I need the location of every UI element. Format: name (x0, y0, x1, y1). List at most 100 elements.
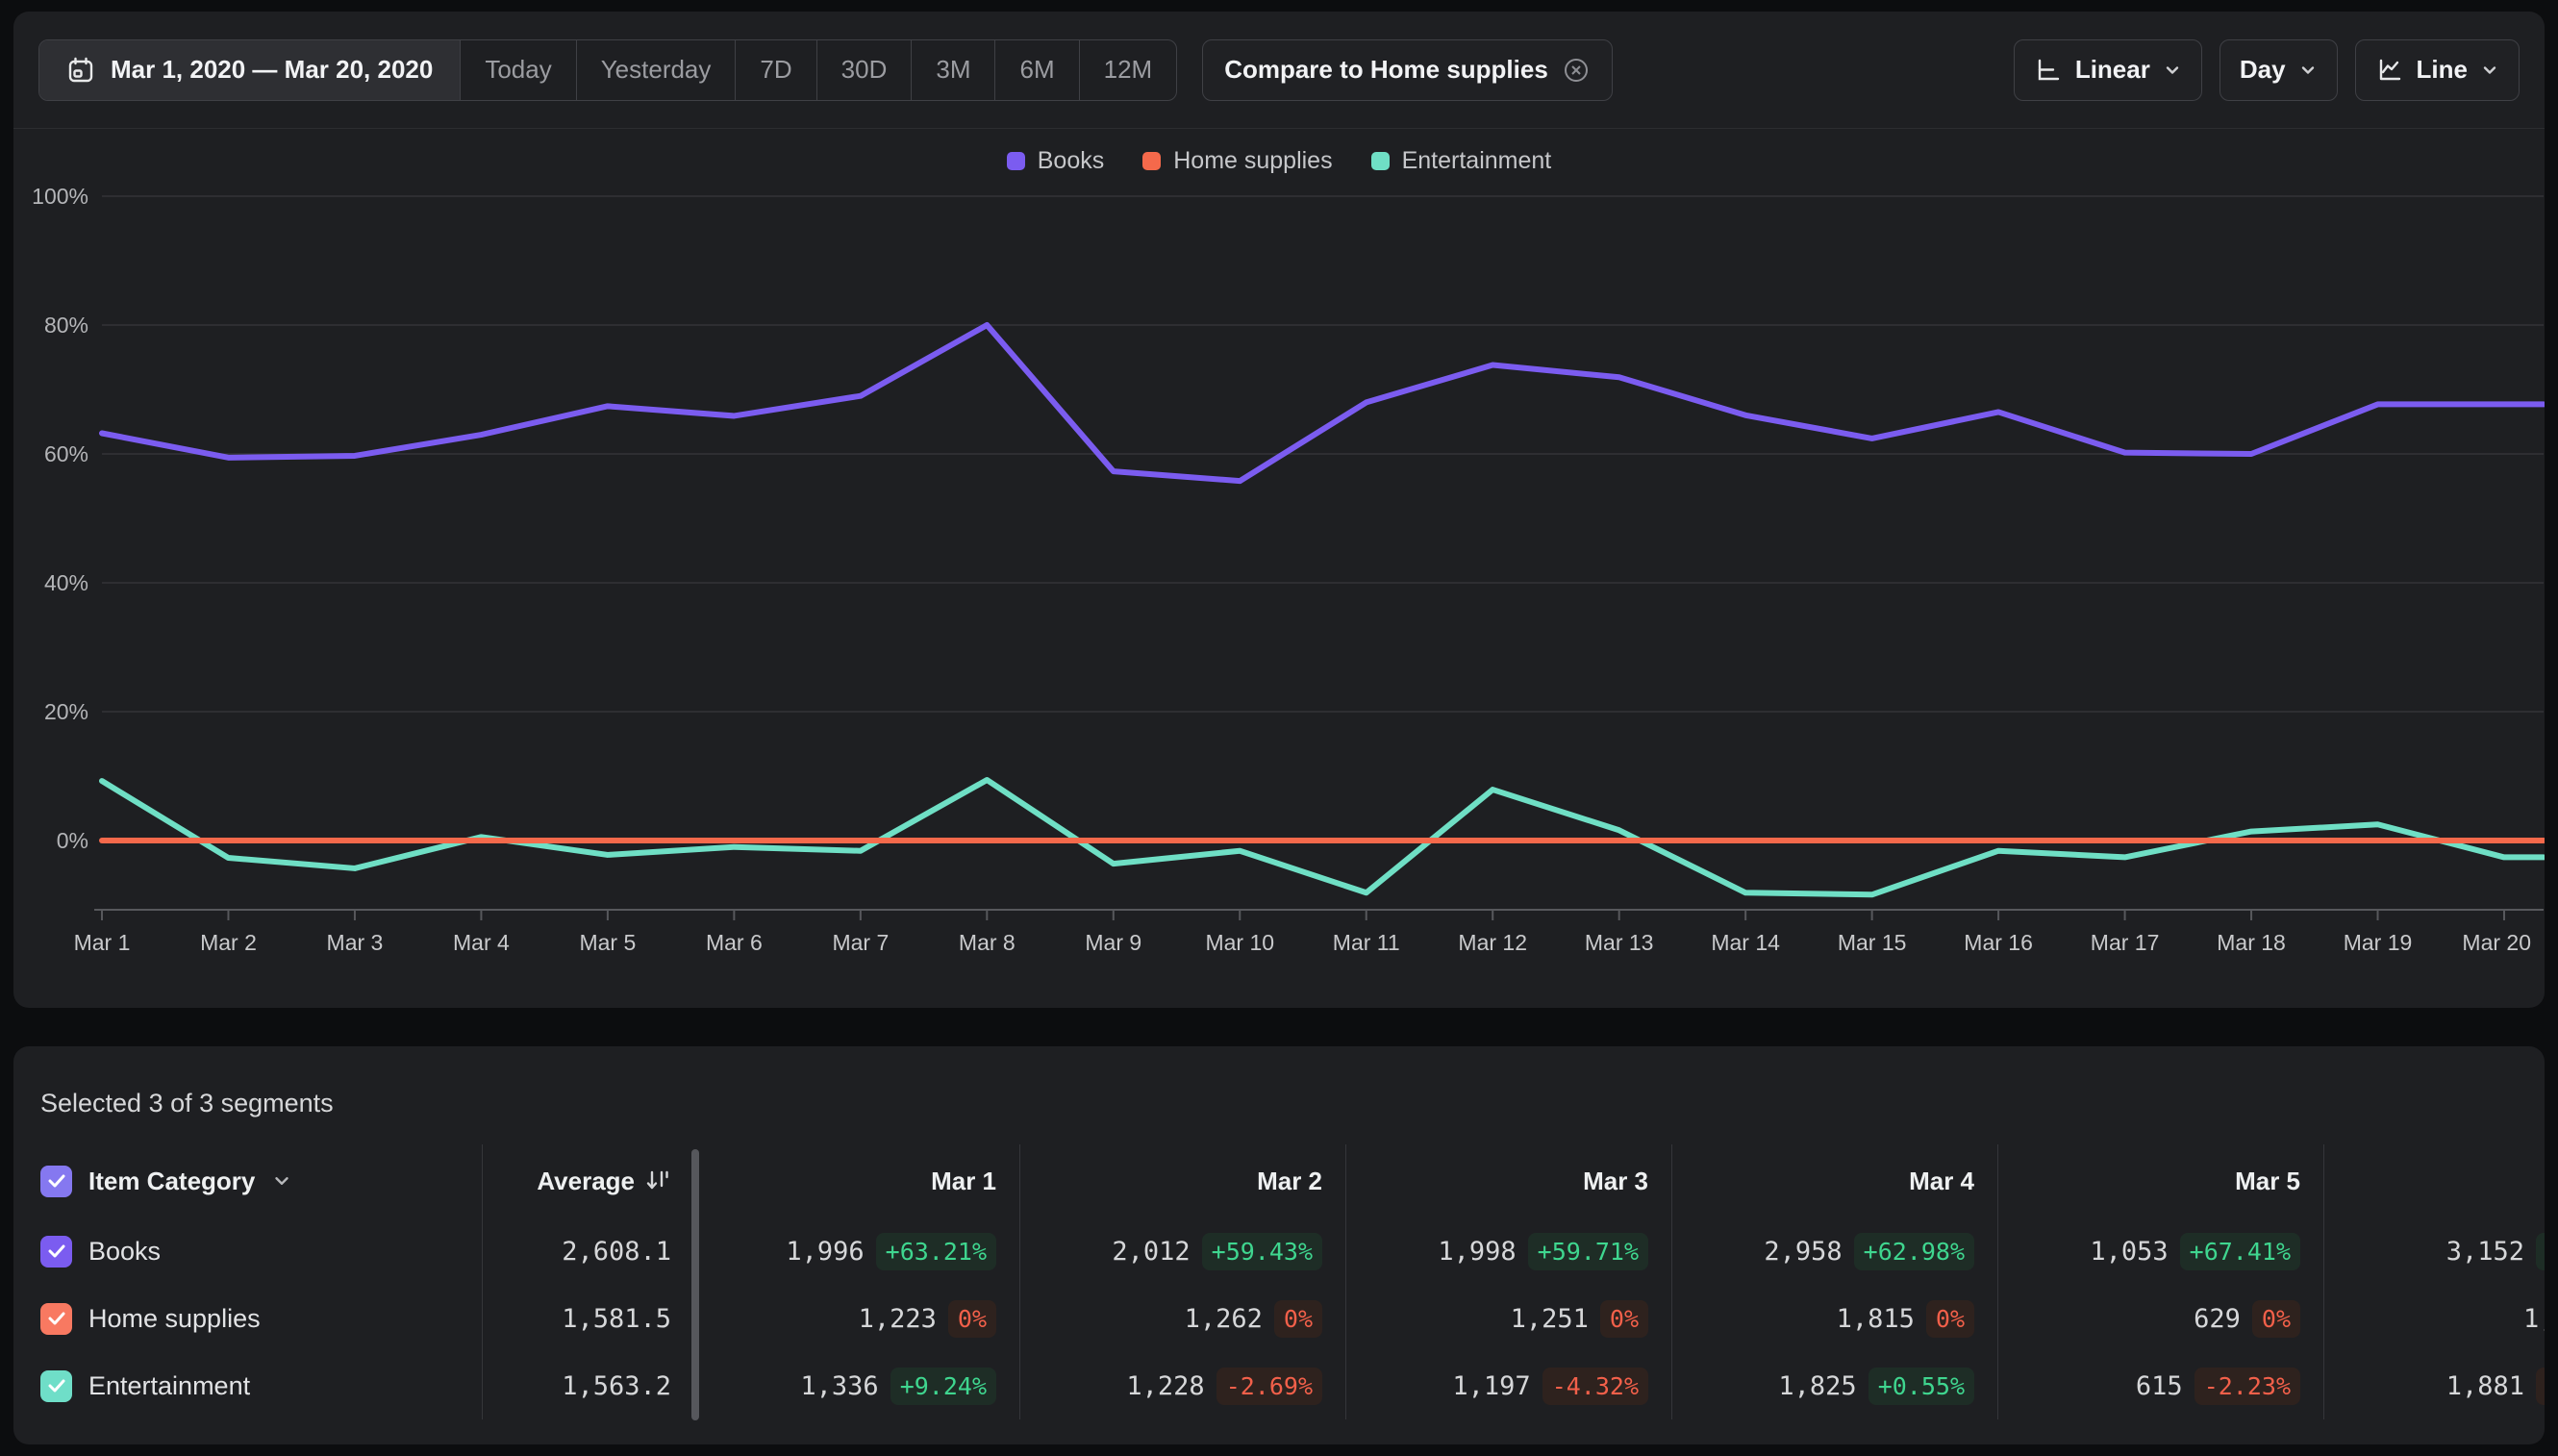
preset-today[interactable]: Today (460, 40, 575, 100)
scale-dropdown-label: Linear (2075, 55, 2150, 85)
preset-6m[interactable]: 6M (994, 40, 1078, 100)
percent-change-badge: +62.98% (1854, 1233, 1974, 1270)
remove-compare-icon[interactable] (1562, 56, 1591, 85)
chart-toolbar: Mar 1, 2020 — Mar 20, 2020 TodayYesterda… (13, 12, 2545, 129)
x-axis-tick-label: Mar 4 (453, 930, 510, 955)
y-axis-tick-label: 100% (32, 184, 88, 209)
segment-checkbox-books[interactable] (40, 1236, 72, 1268)
x-axis-tick-label: Mar 20 (2462, 930, 2531, 955)
cell-value: 1,996 (786, 1237, 864, 1267)
x-axis-tick-label: Mar 14 (1711, 930, 1780, 955)
segments-table-card: Selected 3 of 3 segments Item Category A… (13, 1046, 2545, 1444)
percent-change-badge: 0% (1600, 1300, 1648, 1338)
value-cell: 1,881 -2 (2324, 1352, 2545, 1419)
toolbar-right-group: Linear Day Line (2014, 39, 2520, 101)
average-column-header[interactable]: Average (483, 1144, 694, 1218)
linear-scale-icon (2034, 56, 2063, 85)
x-axis-tick-label: Mar 7 (832, 930, 889, 955)
value-cell: 1,2620% (1020, 1285, 1346, 1352)
chart-type-dropdown-label: Line (2417, 55, 2468, 85)
select-all-checkbox[interactable] (40, 1166, 72, 1197)
cell-value: 1,053 (2090, 1237, 2168, 1267)
average-cell: 1,581.5 (483, 1285, 694, 1352)
calendar-icon (66, 56, 95, 85)
chevron-down-icon (2163, 61, 2182, 80)
value-cell: 1,998+59.71% (1346, 1218, 1672, 1285)
compare-chip[interactable]: Compare to Home supplies (1202, 39, 1613, 101)
granularity-dropdown[interactable]: Day (2219, 39, 2338, 101)
name-column-header[interactable]: Item Category (40, 1144, 483, 1218)
line-chart: 0%20%40%60%80%100%Mar 1Mar 2Mar 3Mar 4Ma… (13, 146, 2545, 1008)
date-column-header: Mar 3 (1346, 1144, 1672, 1218)
scale-dropdown[interactable]: Linear (2014, 39, 2202, 101)
cell-value: 1,881 (2446, 1371, 2524, 1401)
percent-change-badge: -2 (2536, 1368, 2545, 1405)
date-range-button[interactable]: Mar 1, 2020 — Mar 20, 2020 (39, 40, 460, 100)
percent-change-badge: -2.23% (2194, 1368, 2300, 1405)
name-column-label: Item Category (88, 1167, 255, 1196)
cell-value: 1,251 (1511, 1304, 1589, 1334)
cell-value: 1,262 (1185, 1304, 1263, 1334)
cell-value: 1,336 (800, 1371, 878, 1401)
date-column-label: Mar 4 (1909, 1167, 1974, 1196)
date-column-header: Mar 5 (1998, 1144, 2324, 1218)
sort-descending-icon[interactable] (644, 1167, 671, 1194)
percent-change-badge: +59.43% (1202, 1233, 1322, 1270)
x-axis-tick-label: Mar 1 (74, 930, 131, 955)
segment-checkbox-home-supplies[interactable] (40, 1303, 72, 1335)
date-column-header (2324, 1144, 2545, 1218)
value-cell: 1,336 +9.24% (694, 1352, 1020, 1419)
percent-change-badge: 0% (1926, 1300, 1974, 1338)
preset-12m[interactable]: 12M (1079, 40, 1177, 100)
date-range-control: Mar 1, 2020 — Mar 20, 2020 TodayYesterda… (38, 39, 1177, 101)
preset-yesterday[interactable]: Yesterday (576, 40, 736, 100)
cell-value: 1,825 (1778, 1371, 1856, 1401)
value-cell: 1,825+0.55% (1672, 1352, 1998, 1419)
date-column-header: Mar 4 (1672, 1144, 1998, 1218)
series-line-books (102, 325, 2544, 481)
x-axis-tick-label: Mar 16 (1964, 930, 2033, 955)
chart-card: Mar 1, 2020 — Mar 20, 2020 TodayYesterda… (13, 12, 2545, 1008)
segment-label: Home supplies (88, 1304, 261, 1334)
compare-chip-label: Compare to Home supplies (1224, 55, 1548, 85)
chevron-down-icon (2298, 61, 2318, 80)
cell-value: 629 (2194, 1304, 2241, 1334)
segments-summary: Selected 3 of 3 segments (13, 1046, 2545, 1118)
segment-row-home-supplies: Home supplies (40, 1285, 483, 1352)
value-cell: 1,2230% (694, 1285, 1020, 1352)
percent-change-badge: -2.69% (1216, 1368, 1322, 1405)
x-axis-tick-label: Mar 3 (327, 930, 384, 955)
segment-row-entertainment: Entertainment (40, 1352, 483, 1419)
cell-value: 1,998 (1438, 1237, 1516, 1267)
average-cell: 2,608.1 (483, 1218, 694, 1285)
y-axis-tick-label: 20% (44, 699, 88, 724)
value-cell: 1,228 -2.69% (1020, 1352, 1346, 1419)
cell-value: 2,012 (1112, 1237, 1190, 1267)
chart-type-dropdown[interactable]: Line (2355, 39, 2520, 101)
chevron-down-icon[interactable] (271, 1170, 292, 1192)
value-cell: 2,958+62.98% (1672, 1218, 1998, 1285)
line-chart-icon (2375, 56, 2404, 85)
segments-table: Item Category Average Mar 1Mar 2Mar 3Mar… (40, 1144, 2545, 1419)
x-axis-tick-label: Mar 12 (1458, 930, 1527, 955)
percent-change-badge: +9.24% (890, 1368, 996, 1405)
date-column-label: Mar 1 (931, 1167, 996, 1196)
cell-value: 1,223 (859, 1304, 937, 1334)
segment-label: Books (88, 1237, 161, 1267)
granularity-dropdown-label: Day (2240, 55, 2286, 85)
percent-change-badge: +6 (2536, 1233, 2545, 1270)
value-cell: 6290% (1998, 1285, 2324, 1352)
value-cell: 3,152+6 (2324, 1218, 2545, 1285)
cell-value: 1,228 (1126, 1371, 1204, 1401)
value-cell: 1,996+63.21% (694, 1218, 1020, 1285)
value-cell: 615-2.23% (1998, 1352, 2324, 1419)
x-axis-tick-label: Mar 11 (1333, 930, 1400, 955)
preset-3m[interactable]: 3M (911, 40, 994, 100)
x-axis-tick-label: Mar 13 (1585, 930, 1654, 955)
preset-7d[interactable]: 7D (735, 40, 815, 100)
segment-checkbox-entertainment[interactable] (40, 1370, 72, 1402)
cell-value: 1,815 (1837, 1304, 1915, 1334)
preset-30d[interactable]: 30D (816, 40, 912, 100)
x-axis-tick-label: Mar 17 (2091, 930, 2160, 955)
table-scrollbar-thumb[interactable] (691, 1149, 699, 1420)
